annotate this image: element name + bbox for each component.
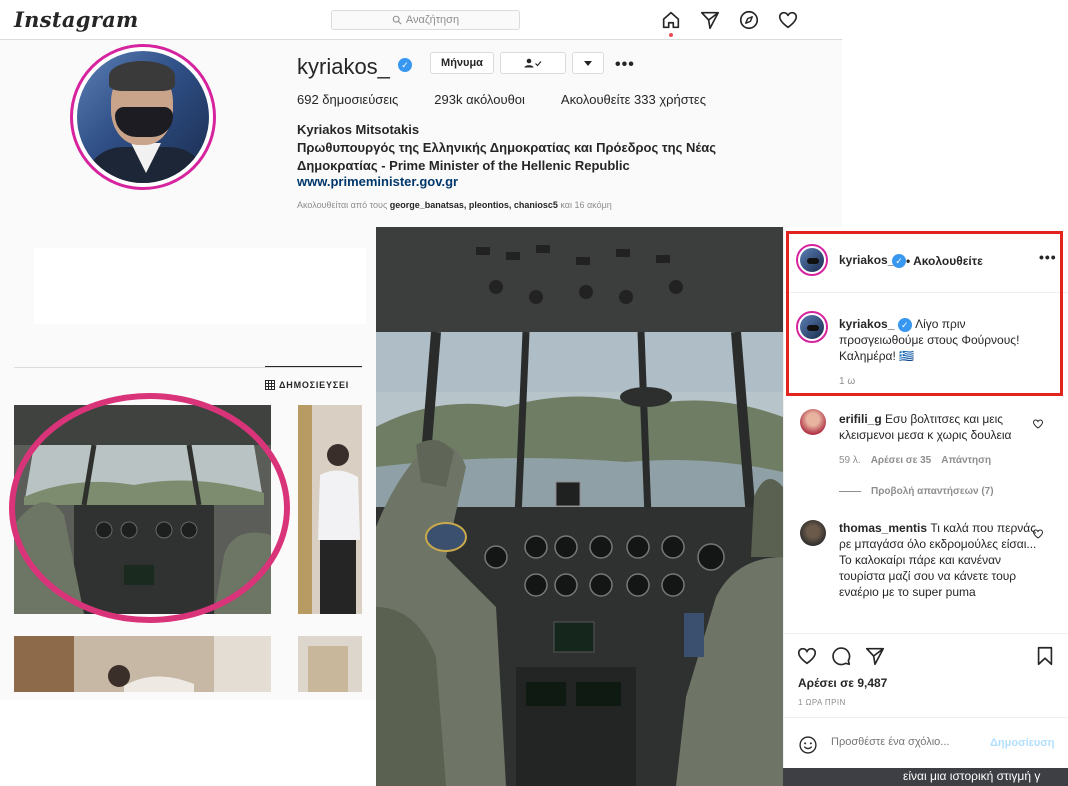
comment-meta: 59 λ. Αρέσει σε 35 Απάντηση	[839, 455, 991, 466]
person-check-icon	[524, 58, 542, 68]
cockpit-photo	[376, 227, 783, 786]
office-thumbnail-image	[298, 405, 362, 614]
active-tab-indicator	[265, 366, 362, 367]
grid-icon	[265, 380, 275, 390]
verified-badge-icon: ✓	[398, 58, 412, 72]
chevron-down-icon	[584, 60, 592, 66]
publish-button[interactable]: Δημοσίευση	[990, 737, 1055, 749]
like-comment-heart-icon[interactable]	[1032, 417, 1044, 429]
home-icon[interactable]	[660, 9, 682, 37]
meeting-thumbnail-image	[14, 636, 271, 692]
profile-avatar[interactable]	[70, 44, 216, 190]
highlight-ellipse	[9, 393, 290, 623]
highlights-area	[34, 248, 366, 324]
comment-age: 59 λ.	[839, 455, 861, 466]
comment-bubble-icon[interactable]	[830, 645, 852, 667]
top-navigation-bar: Instagram Αναζήτηση	[0, 0, 842, 40]
comment-username[interactable]: erifili_g	[839, 412, 882, 426]
tab-posts[interactable]: ΔΗΜΟΣΙΕΥΣΕΙ	[265, 380, 349, 390]
more-options-icon[interactable]: •••	[615, 56, 635, 74]
commenter-avatar[interactable]	[800, 409, 826, 435]
suggestions-dropdown-button[interactable]	[572, 52, 604, 74]
message-button[interactable]: Μήνυμα	[430, 52, 494, 74]
photo-hair	[109, 61, 175, 91]
search-icon	[392, 15, 402, 25]
profile-photo	[77, 51, 209, 183]
add-comment-bar: Δημοσίευση	[784, 717, 1068, 769]
comment-input[interactable]	[831, 736, 981, 748]
like-heart-icon[interactable]	[796, 645, 818, 667]
comment-item: erifili_g Εσυ βολτιτσες και μεις κλεισμε…	[839, 411, 1039, 443]
background-fragment-text: είναι μια ιστορική στιγμή γ	[783, 768, 1068, 786]
like-comment-heart-icon[interactable]	[1032, 527, 1044, 539]
search-box[interactable]: Αναζήτηση	[331, 10, 520, 30]
search-placeholder: Αναζήτηση	[405, 14, 460, 26]
actions-divider	[784, 633, 1068, 634]
followed-by-text[interactable]: Ακολουθείται από τους george_banatsas, p…	[297, 200, 612, 210]
followed-by-names: george_banatsas, pleontios, chaniosc5	[389, 200, 558, 210]
profile-full-name: Kyriakos Mitsotakis	[297, 122, 420, 137]
direct-icon[interactable]	[699, 9, 721, 31]
room-thumbnail-image	[298, 636, 362, 692]
profile-bio: Πρωθυπουργός της Ελληνικής Δημοκρατίας κ…	[297, 140, 716, 173]
followed-by-prefix: Ακολουθείται από τους	[297, 200, 388, 210]
comment-likes[interactable]: Αρέσει σε 35	[871, 455, 932, 466]
followers-count[interactable]: 293k ακόλουθοι	[434, 92, 525, 107]
save-bookmark-icon[interactable]	[1034, 645, 1056, 667]
highlight-box	[786, 231, 1063, 396]
activity-heart-icon[interactable]	[777, 9, 799, 31]
posts-count: 692 δημοσιεύσεις	[297, 92, 399, 107]
post-thumbnail-room[interactable]	[298, 636, 362, 692]
following-count[interactable]: Ακολουθείτε 333 χρήστες	[561, 92, 706, 107]
following-button[interactable]	[500, 52, 566, 74]
screenshot-root: Instagram Αναζήτηση kyriakos_ ✓ Μήνυμα •…	[0, 0, 1068, 786]
nav-icons	[660, 9, 799, 37]
emoji-icon[interactable]	[798, 735, 818, 755]
post-timestamp: 1 ΩΡΑ ΠΡΙΝ	[798, 698, 846, 707]
profile-username: kyriakos_	[297, 54, 390, 79]
profile-stats: 692 δημοσιεύσεις 293k ακόλουθοι Ακολουθε…	[297, 92, 706, 107]
instagram-logo[interactable]: Instagram	[14, 7, 139, 32]
view-replies-label: Προβολή απαντήσεων (7)	[871, 486, 994, 497]
share-direct-icon[interactable]	[864, 645, 886, 667]
view-replies-button[interactable]: Προβολή απαντήσεων (7)	[839, 486, 994, 497]
comment-username[interactable]: thomas_mentis	[839, 521, 927, 535]
likes-count[interactable]: Αρέσει σε 9,487	[798, 676, 887, 690]
tab-posts-label: ΔΗΜΟΣΙΕΥΣΕΙ	[279, 380, 350, 390]
post-photo[interactable]	[376, 227, 783, 786]
notification-dot	[669, 33, 673, 37]
photo-mask	[115, 107, 173, 137]
profile-website-link[interactable]: www.primeminister.gov.gr	[297, 174, 458, 189]
replies-dash	[839, 491, 861, 492]
comment-item: thomas_mentis Τι καλά που περνάς ρε μπαγ…	[839, 520, 1039, 600]
post-thumbnail-meeting[interactable]	[14, 636, 271, 692]
reply-button[interactable]: Απάντηση	[941, 455, 991, 466]
tabs-divider	[14, 367, 362, 368]
post-thumbnail-office[interactable]	[298, 405, 362, 614]
explore-icon[interactable]	[738, 9, 760, 31]
commenter-avatar[interactable]	[800, 520, 826, 546]
followed-by-suffix: και 16 ακόμη	[560, 200, 612, 210]
